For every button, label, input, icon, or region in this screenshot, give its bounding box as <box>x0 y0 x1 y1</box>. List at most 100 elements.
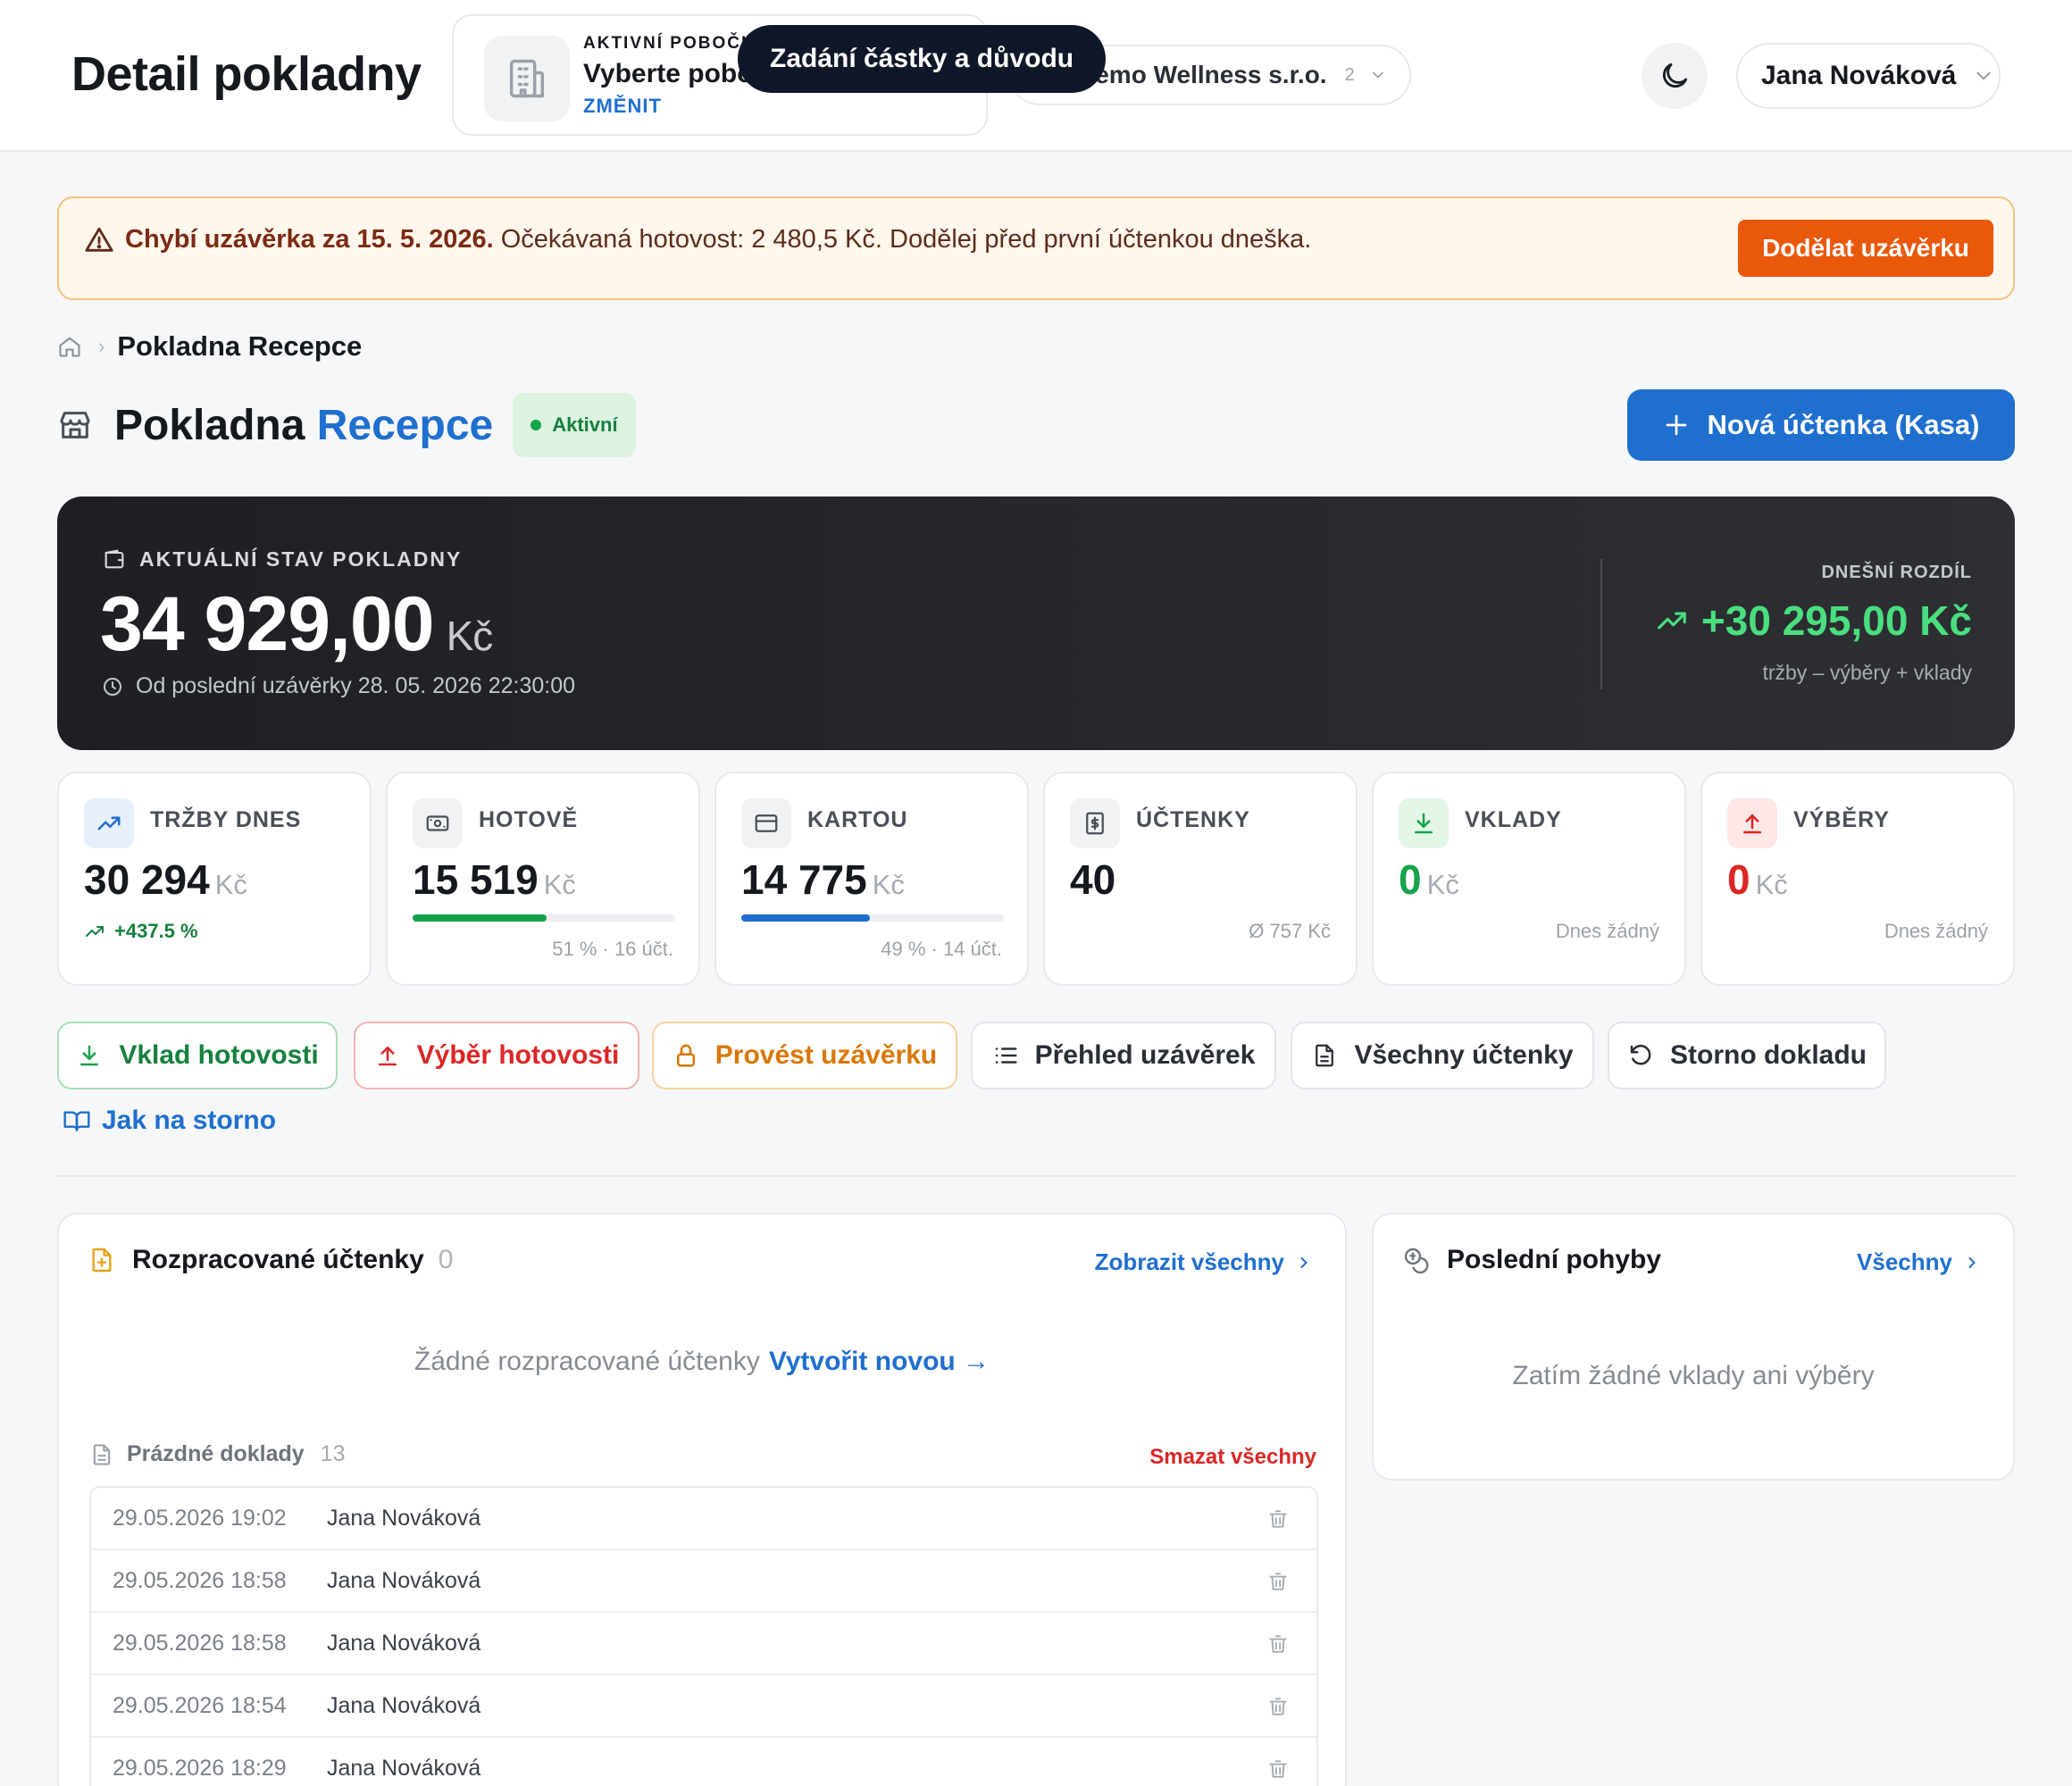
balance-currency: Kč <box>446 613 494 659</box>
all-movements-link[interactable]: Všechny <box>1857 1248 1981 1276</box>
empty-docs-header: Prázdné doklady 13 <box>89 1441 345 1467</box>
coins-icon <box>1402 1246 1447 1274</box>
delete-all-button[interactable]: Smazat všechny <box>1149 1445 1316 1470</box>
row-user: Jana Nováková <box>327 1630 481 1656</box>
chevron-right-icon <box>1284 1254 1313 1272</box>
alert-detail: Očekávaná hotovost: 2 480,5 Kč. Dodělej … <box>493 225 1312 254</box>
company-count: 2 <box>1344 64 1355 85</box>
credit-card-icon <box>741 798 791 848</box>
drafts-header: Rozpracované účtenky 0 <box>88 1245 453 1275</box>
list-item: 29.05.2026 19:02 Jana Nováková <box>91 1488 1316 1550</box>
balance-since-text: Od poslední uzávěrky 28. 05. 2026 22:30:… <box>136 673 576 698</box>
moon-icon <box>1658 59 1692 93</box>
section-divider <box>57 1175 2015 1177</box>
balance-kicker: AKTUÁLNÍ STAV POKLADNY <box>102 547 462 572</box>
all-receipts-button[interactable]: Všechny účtenky <box>1291 1022 1594 1089</box>
balance-divider <box>1600 559 1602 689</box>
stat-label: HOTOVĚ <box>479 807 579 832</box>
all-receipts-label: Všechny účtenky <box>1354 1040 1574 1070</box>
drafts-empty: Žádné rozpracované účtenky Vytvořit novou… <box>59 1347 1345 1377</box>
trash-icon[interactable] <box>1266 1507 1290 1531</box>
building-icon <box>484 36 570 121</box>
company-name: Demo Wellness s.r.o. <box>1077 61 1327 88</box>
receipt-icon <box>1070 798 1120 848</box>
stat-value: 30 294 Kč <box>84 855 247 904</box>
stat-currency: Kč <box>872 869 905 900</box>
tooltip: Zadání částky a důvodu <box>738 25 1107 93</box>
list-item: 29.05.2026 18:29 Jana Nováková <box>91 1738 1316 1786</box>
cash-withdraw-label: Výběr hotovosti <box>416 1040 620 1070</box>
howto-void-link[interactable]: Jak na storno <box>63 1106 276 1136</box>
cash-deposit-button[interactable]: Vklad hotovosti <box>57 1022 338 1089</box>
alert-text: Chybí uzávěrka za 15. 5. 2026. Očekávaná… <box>125 225 1311 255</box>
trash-icon[interactable] <box>1266 1570 1290 1593</box>
user-menu[interactable]: Jana Nováková <box>1736 43 2001 109</box>
stat-sales: TRŽBY DNES 30 294 Kč +437.5 % <box>57 772 372 986</box>
perform-closing-button[interactable]: Provést uzávěrku <box>652 1022 957 1089</box>
row-user: Jana Nováková <box>327 1567 481 1593</box>
stat-cash: HOTOVĚ 15 519 Kč 51 % · 16 účt. <box>386 772 700 986</box>
row-user: Jana Nováková <box>327 1755 481 1781</box>
page-title: Detail pokladny <box>71 47 422 101</box>
finish-closing-button[interactable]: Dodělat uzávěrku <box>1738 220 1993 277</box>
top-bar: Detail pokladny AKTIVNÍ POBOČKA Vyberte … <box>0 0 2072 152</box>
diff-note: tržby – výběry + vklady <box>1762 661 1972 684</box>
closings-overview-button[interactable]: Přehled uzávěrek <box>971 1022 1276 1089</box>
create-new-link[interactable]: Vytvořit novou → <box>769 1347 990 1376</box>
stat-value-number: 30 294 <box>84 856 210 903</box>
cashdesk-title: Pokladna Recepce <box>114 401 493 450</box>
status-label: Aktivní <box>552 413 618 436</box>
balance-amount-value: 34 929,00 <box>100 581 435 667</box>
closings-overview-label: Přehled uzávěrek <box>1034 1040 1256 1070</box>
trash-icon[interactable] <box>1266 1632 1290 1656</box>
cash-withdraw-button[interactable]: Výběr hotovosti <box>354 1022 639 1089</box>
file-plus-icon <box>88 1246 132 1274</box>
stat-change: +437.5 % <box>84 920 198 943</box>
stat-value-number: 0 <box>1399 856 1422 903</box>
stat-card: KARTOU 14 775 Kč 49 % · 14 účt. <box>714 772 1029 986</box>
stat-value: 14 775 Kč <box>741 855 905 904</box>
trash-icon[interactable] <box>1266 1695 1290 1718</box>
breadcrumb-separator: › <box>98 335 105 357</box>
list-item: 29.05.2026 18:58 Jana Nováková <box>91 1550 1316 1613</box>
cash-share-bar <box>413 914 675 922</box>
undo-icon <box>1627 1042 1670 1069</box>
row-datetime: 29.05.2026 18:29 <box>113 1755 287 1781</box>
theme-toggle-button[interactable] <box>1642 43 1708 109</box>
new-receipt-button[interactable]: Nová účtenka (Kasa) <box>1627 389 2015 461</box>
stat-value-number: 14 775 <box>741 856 867 903</box>
alert-bold: Chybí uzávěrka za 15. 5. 2026. <box>125 225 494 254</box>
movements-panel: Poslední pohyby Všechny Zatím žádné vkla… <box>1372 1213 2015 1481</box>
cashdesk-title-prefix: Pokladna <box>114 401 305 449</box>
all-movements-label: Všechny <box>1857 1248 1952 1275</box>
movements-title: Poslední pohyby <box>1447 1245 1662 1274</box>
stat-currency: Kč <box>1755 869 1788 900</box>
balance-card: AKTUÁLNÍ STAV POKLADNY 34 929,00 Kč Od po… <box>57 497 2015 750</box>
drafts-empty-text: Žádné rozpracované účtenky <box>414 1347 760 1376</box>
chevron-down-icon <box>1972 64 1995 88</box>
cash-share-fill <box>413 914 547 922</box>
row-datetime: 29.05.2026 18:58 <box>113 1567 287 1593</box>
branch-change-link[interactable]: ZMĚNIT <box>583 95 662 118</box>
store-icon <box>57 407 93 443</box>
row-user: Jana Nováková <box>327 1692 481 1718</box>
stat-deposits: VKLADY 0 Kč Dnes žádný <box>1372 772 1686 986</box>
stat-receipts: ÚČTENKY 40 Ø 757 Kč <box>1043 772 1358 986</box>
card-share-fill <box>741 914 871 922</box>
chevron-right-icon <box>1952 1254 1981 1272</box>
stat-label: KARTOU <box>807 807 908 832</box>
trash-icon[interactable] <box>1266 1757 1290 1781</box>
perform-closing-label: Provést uzávěrku <box>714 1040 938 1070</box>
show-all-drafts-link[interactable]: Zobrazit všechny <box>1095 1248 1313 1276</box>
trend-up-icon <box>84 798 134 848</box>
trend-up-icon <box>1655 604 1701 638</box>
missing-closing-alert: Chybí uzávěrka za 15. 5. 2026. Očekávaná… <box>57 196 2015 300</box>
lock-icon <box>673 1042 715 1069</box>
empty-docs-title: Prázdné doklady <box>127 1441 305 1466</box>
stat-note: Ø 757 Kč <box>1249 920 1331 942</box>
list-icon <box>992 1042 1035 1069</box>
void-document-button[interactable]: Storno dokladu <box>1608 1022 1886 1089</box>
empty-docs-count: 13 <box>320 1441 346 1466</box>
home-icon[interactable] <box>57 334 82 359</box>
row-datetime: 29.05.2026 18:54 <box>113 1692 287 1718</box>
